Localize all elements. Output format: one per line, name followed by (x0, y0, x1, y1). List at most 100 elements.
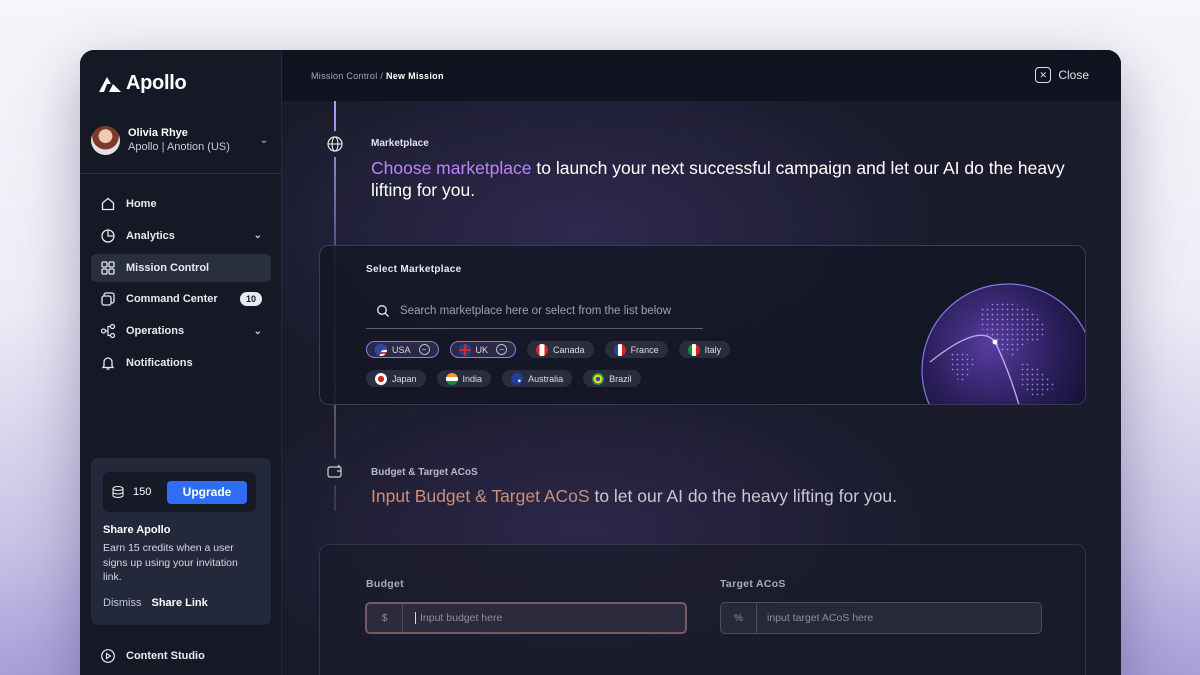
credit-count: 150 (133, 486, 152, 498)
dismiss-button[interactable]: Dismiss (103, 597, 142, 609)
search-input[interactable] (400, 305, 700, 317)
acos-field[interactable]: % (720, 602, 1042, 634)
chip-france[interactable]: France (604, 341, 668, 358)
budget-field[interactable]: $ (365, 602, 687, 634)
count-badge: 10 (239, 292, 262, 307)
sidebar: Apollo Olivia Rhye Apollo | Anotion (US)… (80, 50, 282, 675)
search-icon (377, 305, 389, 317)
promo-title: Share Apollo (103, 524, 171, 536)
marketplace-search[interactable] (366, 294, 703, 329)
dollar-prefix: $ (367, 604, 403, 632)
remove-icon[interactable]: − (496, 344, 508, 355)
grid-icon (100, 260, 116, 276)
marketplace-card: Select Marketplace USA− UK− Canada Franc… (319, 245, 1086, 405)
chip-label: India (462, 373, 483, 384)
close-button[interactable]: ✕ Close (1035, 67, 1089, 83)
sidebar-item-mission-control[interactable]: Mission Control (91, 253, 271, 282)
main-content: Mission Control / New Mission ✕ Close Ma… (282, 50, 1121, 675)
remove-icon[interactable]: − (418, 344, 430, 355)
ca-flag-icon (536, 343, 549, 356)
close-label: Close (1058, 68, 1089, 82)
step-title-marketplace: Choose marketplace to launch your next s… (371, 158, 1091, 201)
chip-brazil[interactable]: Brazil (583, 370, 641, 387)
fr-flag-icon (613, 343, 626, 356)
breadcrumb-current: New Mission (385, 70, 444, 81)
chip-japan[interactable]: Japan (366, 370, 426, 387)
acos-input[interactable] (757, 612, 1017, 624)
acos-label: Target ACoS (720, 578, 786, 590)
chevron-down-icon[interactable]: ⌄ (257, 135, 271, 146)
app-window: Apollo Olivia Rhye Apollo | Anotion (US)… (80, 50, 1121, 675)
chevron-down-icon[interactable]: ⌄ (254, 230, 262, 241)
breadcrumb-separator: / (377, 70, 386, 81)
bell-icon (100, 355, 116, 371)
sidebar-item-content-studio[interactable]: Content Studio (100, 648, 205, 664)
sidebar-nav: Home Analytics ⌄ Mission Control Command… (91, 190, 271, 381)
sidebar-item-label: Mission Control (126, 261, 210, 274)
budget-input[interactable] (416, 612, 676, 624)
chip-label: France (630, 344, 659, 355)
app-name: Apollo (126, 72, 187, 94)
divider (80, 173, 282, 174)
country-chips: USA − UK − Canada France Italy Japan India… (366, 341, 796, 399)
pie-chart-icon (100, 228, 116, 244)
us-flag-icon (375, 343, 387, 356)
close-icon: ✕ (1035, 67, 1052, 83)
wallet-icon (322, 459, 348, 485)
sidebar-item-label: Notifications (126, 356, 193, 369)
chip-india[interactable]: India (436, 370, 492, 387)
card-heading: Select Marketplace (366, 264, 462, 275)
sidebar-item-analytics[interactable]: Analytics ⌄ (91, 222, 271, 250)
breadcrumb-root[interactable]: Mission Control (311, 71, 378, 81)
promo-description: Earn 15 credits when a user signs up usi… (103, 542, 238, 583)
percent-prefix: % (721, 603, 757, 633)
user-switcher[interactable]: Olivia Rhye Apollo | Anotion (US) ⌄ (91, 126, 271, 155)
chip-label: UK (475, 344, 489, 355)
title-rest: to let our AI do the heavy lifting for y… (589, 486, 897, 506)
flow-icon (100, 323, 116, 339)
step-label-budget: Budget & Target ACoS (371, 467, 478, 478)
br-flag-icon (592, 372, 605, 385)
sidebar-item-label: Command Center (126, 293, 218, 306)
chevron-down-icon[interactable]: ⌄ (254, 326, 262, 337)
chip-italy[interactable]: Italy (678, 341, 731, 358)
chip-usa[interactable]: USA − (366, 341, 439, 358)
breadcrumb: Mission Control / New Mission (311, 71, 444, 81)
chip-canada[interactable]: Canada (527, 341, 594, 358)
sidebar-item-home[interactable]: Home (91, 190, 271, 218)
share-promo-card: 150 Upgrade Share Apollo Earn 15 credits… (91, 458, 271, 625)
chip-label: Brazil (609, 373, 632, 384)
top-bar: Mission Control / New Mission ✕ Close (282, 50, 1121, 101)
sidebar-item-notifications[interactable]: Notifications (91, 349, 271, 377)
sidebar-item-label: Content Studio (126, 650, 205, 662)
chip-label: Japan (392, 373, 417, 384)
apollo-logo-icon (99, 76, 121, 92)
globe-icon (322, 131, 348, 157)
chip-label: USA (392, 344, 411, 355)
share-link-button[interactable]: Share Link (152, 597, 208, 609)
user-org: Apollo | Anotion (US) (128, 141, 230, 153)
sidebar-item-operations[interactable]: Operations ⌄ (91, 317, 271, 345)
uk-flag-icon (458, 343, 471, 356)
chip-australia[interactable]: Australia (502, 370, 573, 387)
upgrade-button[interactable]: Upgrade (167, 480, 247, 504)
title-accent: Choose marketplace (371, 158, 532, 178)
sidebar-item-command-center[interactable]: Command Center 10 (91, 285, 271, 313)
globe-illustration (921, 283, 1085, 404)
budget-card: Budget $ Target ACoS % (319, 544, 1086, 675)
command-icon (100, 291, 116, 307)
sidebar-item-label: Operations (126, 325, 185, 338)
chip-label: Canada (553, 344, 585, 355)
title-accent: Input Budget & Target ACoS (371, 486, 590, 506)
sidebar-item-label: Analytics (126, 229, 175, 242)
app-logo[interactable]: Apollo (98, 72, 187, 95)
credit-box: 150 Upgrade (103, 472, 256, 512)
it-flag-icon (687, 343, 700, 356)
play-icon (101, 649, 115, 663)
budget-label: Budget (366, 578, 404, 590)
sidebar-item-label: Home (126, 198, 157, 210)
user-name: Olivia Rhye (128, 127, 188, 139)
chip-label: Italy (704, 344, 722, 355)
chip-uk[interactable]: UK − (449, 341, 517, 358)
avatar (91, 126, 120, 155)
